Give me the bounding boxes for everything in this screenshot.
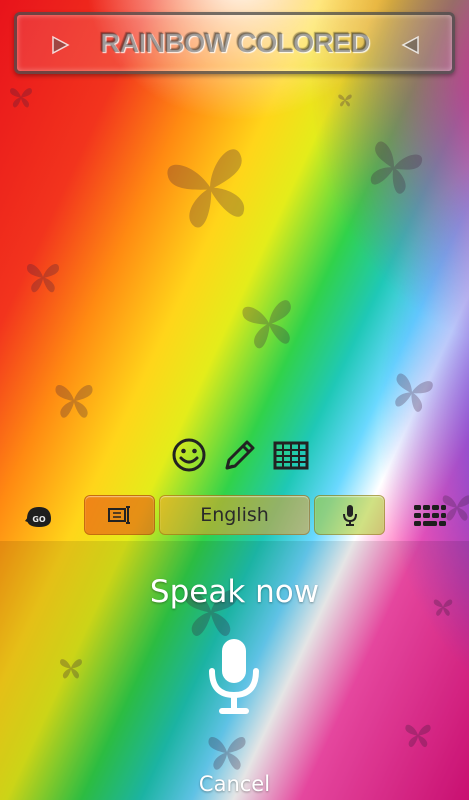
butterfly-decoration (235, 289, 302, 356)
butterfly-decoration (337, 92, 353, 108)
voice-input-panel: Speak now Cancel (0, 541, 469, 800)
microphone-large-icon[interactable] (206, 637, 262, 717)
language-selector-button[interactable]: English (159, 495, 310, 535)
play-right-icon (401, 35, 419, 55)
butterfly-decoration (385, 365, 439, 419)
cursor-tool-button[interactable] (84, 495, 155, 535)
go-keyboard-logo-icon[interactable]: GO (22, 501, 56, 531)
pencil-icon[interactable] (221, 436, 259, 474)
butterfly-decoration (8, 84, 34, 110)
text-cursor-icon (107, 506, 130, 524)
voice-input-button[interactable] (314, 495, 385, 535)
svg-text:GO: GO (32, 515, 46, 524)
butterfly-decoration (52, 378, 96, 422)
keyboard-grid-icon[interactable] (272, 436, 310, 474)
butterfly-decoration (155, 132, 265, 242)
suggestion-bar: GO English (0, 491, 469, 541)
microphone-icon (342, 505, 357, 526)
language-label: English (200, 504, 269, 526)
smiley-icon[interactable] (170, 436, 208, 474)
cancel-button[interactable]: Cancel (0, 772, 469, 796)
keyboard-tools (170, 436, 310, 476)
theme-title: RAINBOW COLORED (99, 27, 371, 58)
keypad-icon[interactable] (413, 503, 447, 529)
butterfly-decoration (357, 130, 431, 204)
theme-title-banner: RAINBOW COLORED (14, 12, 455, 74)
butterfly-decoration (24, 258, 62, 296)
speak-now-prompt: Speak now (149, 574, 320, 610)
